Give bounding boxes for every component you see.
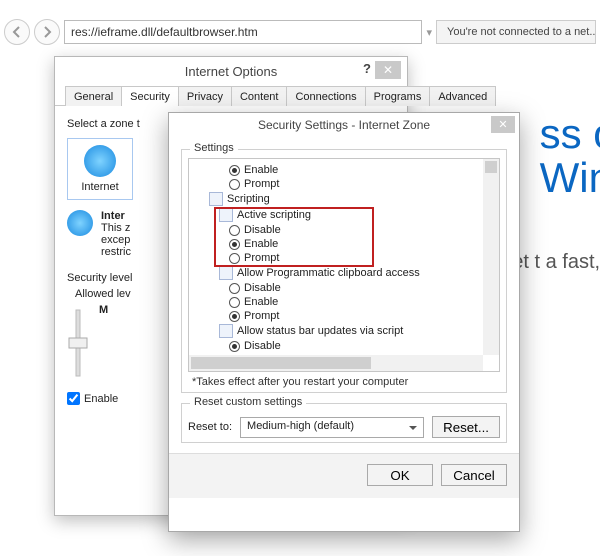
tab-advanced[interactable]: Advanced xyxy=(429,86,496,106)
close-button[interactable]: ✕ xyxy=(375,61,401,79)
tree-option-enable[interactable]: Enable xyxy=(193,237,497,251)
settings-group-label: Settings xyxy=(190,142,238,154)
tree-category: Scripting xyxy=(193,191,497,207)
radio-icon xyxy=(229,283,240,294)
tree-option-prompt[interactable]: Prompt xyxy=(193,251,497,265)
tree-option-prompt[interactable]: Prompt xyxy=(193,177,497,191)
tree-subcategory: Active scripting xyxy=(193,207,497,223)
tree-option-enable[interactable]: Enable xyxy=(193,295,497,309)
security-settings-title: Security Settings - Internet Zone xyxy=(258,118,430,132)
tree-option-disable[interactable]: Disable xyxy=(193,223,497,237)
script-icon xyxy=(219,324,233,338)
script-icon xyxy=(219,208,233,222)
reset-button[interactable]: Reset... xyxy=(432,416,500,438)
script-icon xyxy=(219,266,233,280)
script-icon xyxy=(209,192,223,206)
internet-options-titlebar: Internet Options ? ✕ xyxy=(55,57,407,85)
tree-option-disable[interactable]: Disable xyxy=(193,281,497,295)
tree-option-prompt[interactable]: Prompt xyxy=(193,309,497,323)
settings-tree[interactable]: EnablePromptScriptingActive scriptingDis… xyxy=(188,158,500,372)
tree-subcategory: Allow Programmatic clipboard access xyxy=(193,265,497,281)
internet-options-tabs: GeneralSecurityPrivacyContentConnections… xyxy=(55,85,407,106)
tree-option-disable[interactable]: Disable xyxy=(193,339,497,353)
radio-icon xyxy=(229,239,240,250)
reset-level-select[interactable]: Medium-high (default) xyxy=(240,417,424,438)
radio-icon xyxy=(229,165,240,176)
tree-subcategory: Allow status bar updates via script xyxy=(193,323,497,339)
browser-tab[interactable]: You're not connected to a net... xyxy=(436,20,596,44)
radio-icon xyxy=(229,341,240,352)
globe-icon xyxy=(84,145,116,177)
tab-general[interactable]: General xyxy=(65,86,122,106)
help-button[interactable]: ? xyxy=(363,61,371,76)
horizontal-scrollbar[interactable] xyxy=(189,355,483,371)
tab-label: You're not connected to a net... xyxy=(447,26,596,38)
reset-group-label: Reset custom settings xyxy=(190,396,306,408)
reset-to-label: Reset to: xyxy=(188,421,232,433)
radio-icon xyxy=(229,297,240,308)
cancel-button[interactable]: Cancel xyxy=(441,464,507,486)
zone-internet[interactable]: Internet xyxy=(67,138,133,200)
radio-icon xyxy=(229,311,240,322)
tab-content[interactable]: Content xyxy=(231,86,288,106)
internet-options-title: Internet Options xyxy=(185,64,278,79)
address-input[interactable] xyxy=(64,20,422,44)
radio-icon xyxy=(229,225,240,236)
security-slider[interactable] xyxy=(67,304,89,378)
tab-connections[interactable]: Connections xyxy=(286,86,365,106)
ok-button[interactable]: OK xyxy=(367,464,433,486)
security-settings-dialog: Security Settings - Internet Zone ✕ Sett… xyxy=(168,112,520,532)
radio-icon xyxy=(229,179,240,190)
restart-note: *Takes effect after you restart your com… xyxy=(192,376,500,388)
tab-security[interactable]: Security xyxy=(121,86,179,106)
tree-option-enable[interactable]: Enable xyxy=(193,163,497,177)
browser-chrome: ▾ You're not connected to a net... xyxy=(4,18,596,46)
tab-privacy[interactable]: Privacy xyxy=(178,86,232,106)
vertical-scrollbar[interactable] xyxy=(483,159,499,355)
radio-icon xyxy=(229,253,240,264)
tab-programs[interactable]: Programs xyxy=(365,86,431,106)
globe-icon xyxy=(67,210,93,236)
forward-button[interactable] xyxy=(34,19,60,45)
back-button[interactable] xyxy=(4,19,30,45)
page-hero-text: ss ou Wind xyxy=(540,112,600,200)
close-button[interactable]: ✕ xyxy=(491,116,515,133)
